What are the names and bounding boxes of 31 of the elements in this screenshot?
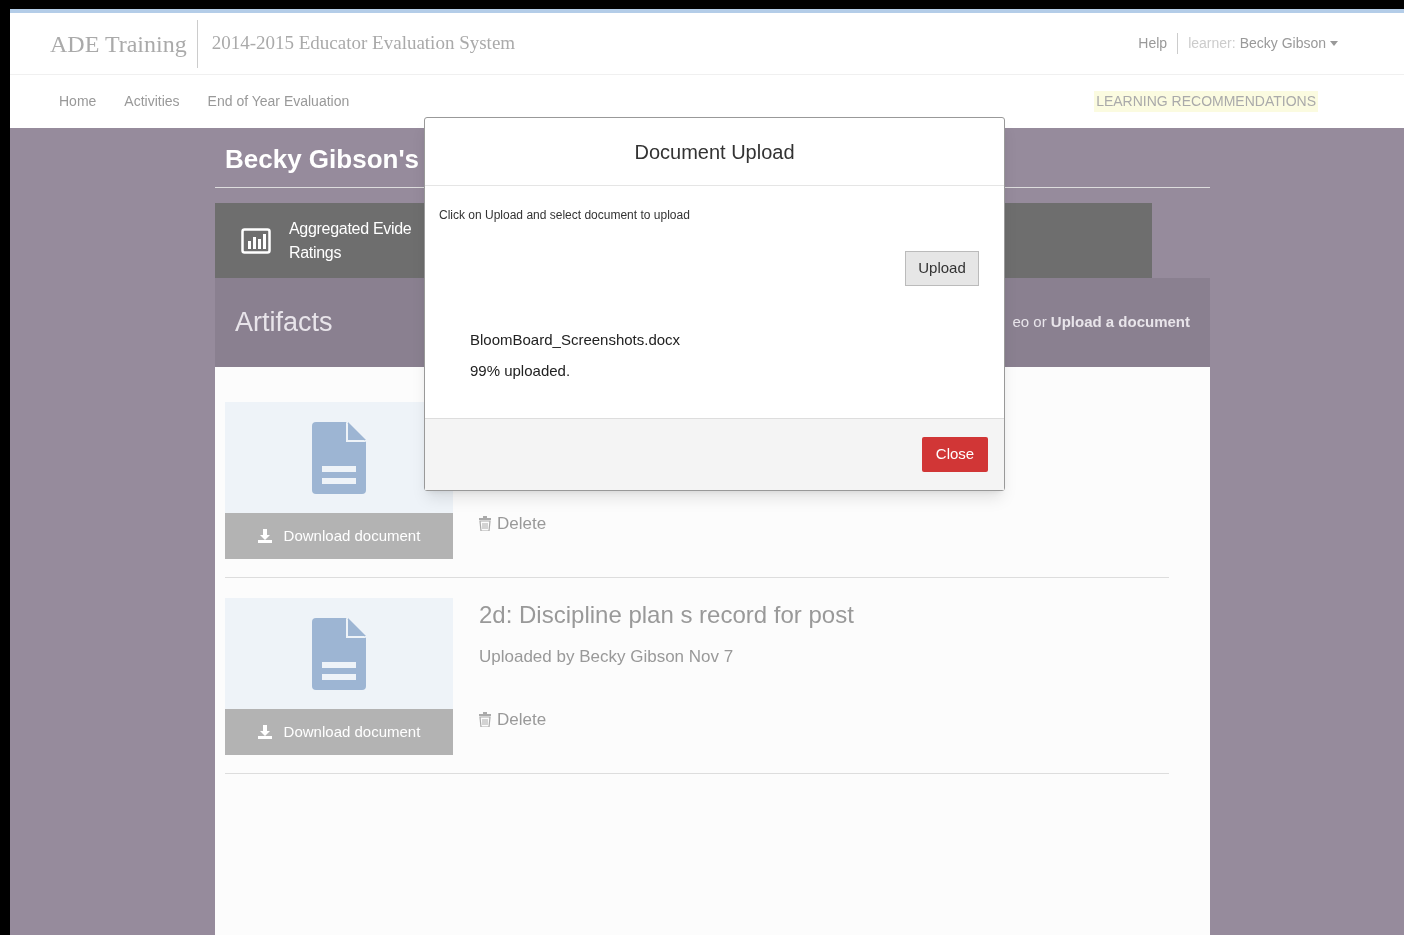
upload-button[interactable]: Upload [905,251,979,286]
brand-title[interactable]: ADE Training [50,19,198,68]
page-title: Becky Gibson's [225,143,420,176]
document-icon [312,421,366,494]
bar-chart-icon [241,227,271,254]
download-icon [257,725,272,739]
trash-icon [479,712,491,728]
user-menu[interactable]: Becky Gibson [1239,33,1338,54]
help-link[interactable]: Help [1138,33,1179,54]
document-icon [312,617,366,690]
artifact-title: 2d: Discipline plan s record for post [479,600,854,630]
download-button[interactable]: Download document [225,709,453,755]
delete-button[interactable]: Delete [479,511,547,537]
file-name: BloomBoard_Screenshots.docx [470,330,682,350]
recommendations-link[interactable]: LEARNING RECOMMENDATIONS [1094,91,1318,112]
system-title: 2014-2015 Educator Evaluation System [210,31,516,56]
nav-link[interactable]: Activities [124,91,180,112]
upload-info: Uploaded by Becky Gibson Nov 7 [479,646,735,668]
caret-icon [1330,41,1338,46]
download-button[interactable]: Download document [225,513,453,559]
upload-actions[interactable]: eo or Upload a document [1012,311,1190,334]
delete-button[interactable]: Delete [479,707,854,733]
artifacts-title: Artifacts [235,306,333,340]
nav-link[interactable]: End of Year Evaluation [207,91,350,112]
trash-icon [479,516,491,532]
upload-instructions: Click on Upload and select document to upload [439,207,691,224]
download-icon [257,529,272,543]
close-button[interactable]: Close [922,437,988,472]
summary-label: Aggregated Evide Ratings [289,218,412,263]
nav-link[interactable]: Home [59,91,97,112]
dialog-title: Document Upload [634,139,795,165]
